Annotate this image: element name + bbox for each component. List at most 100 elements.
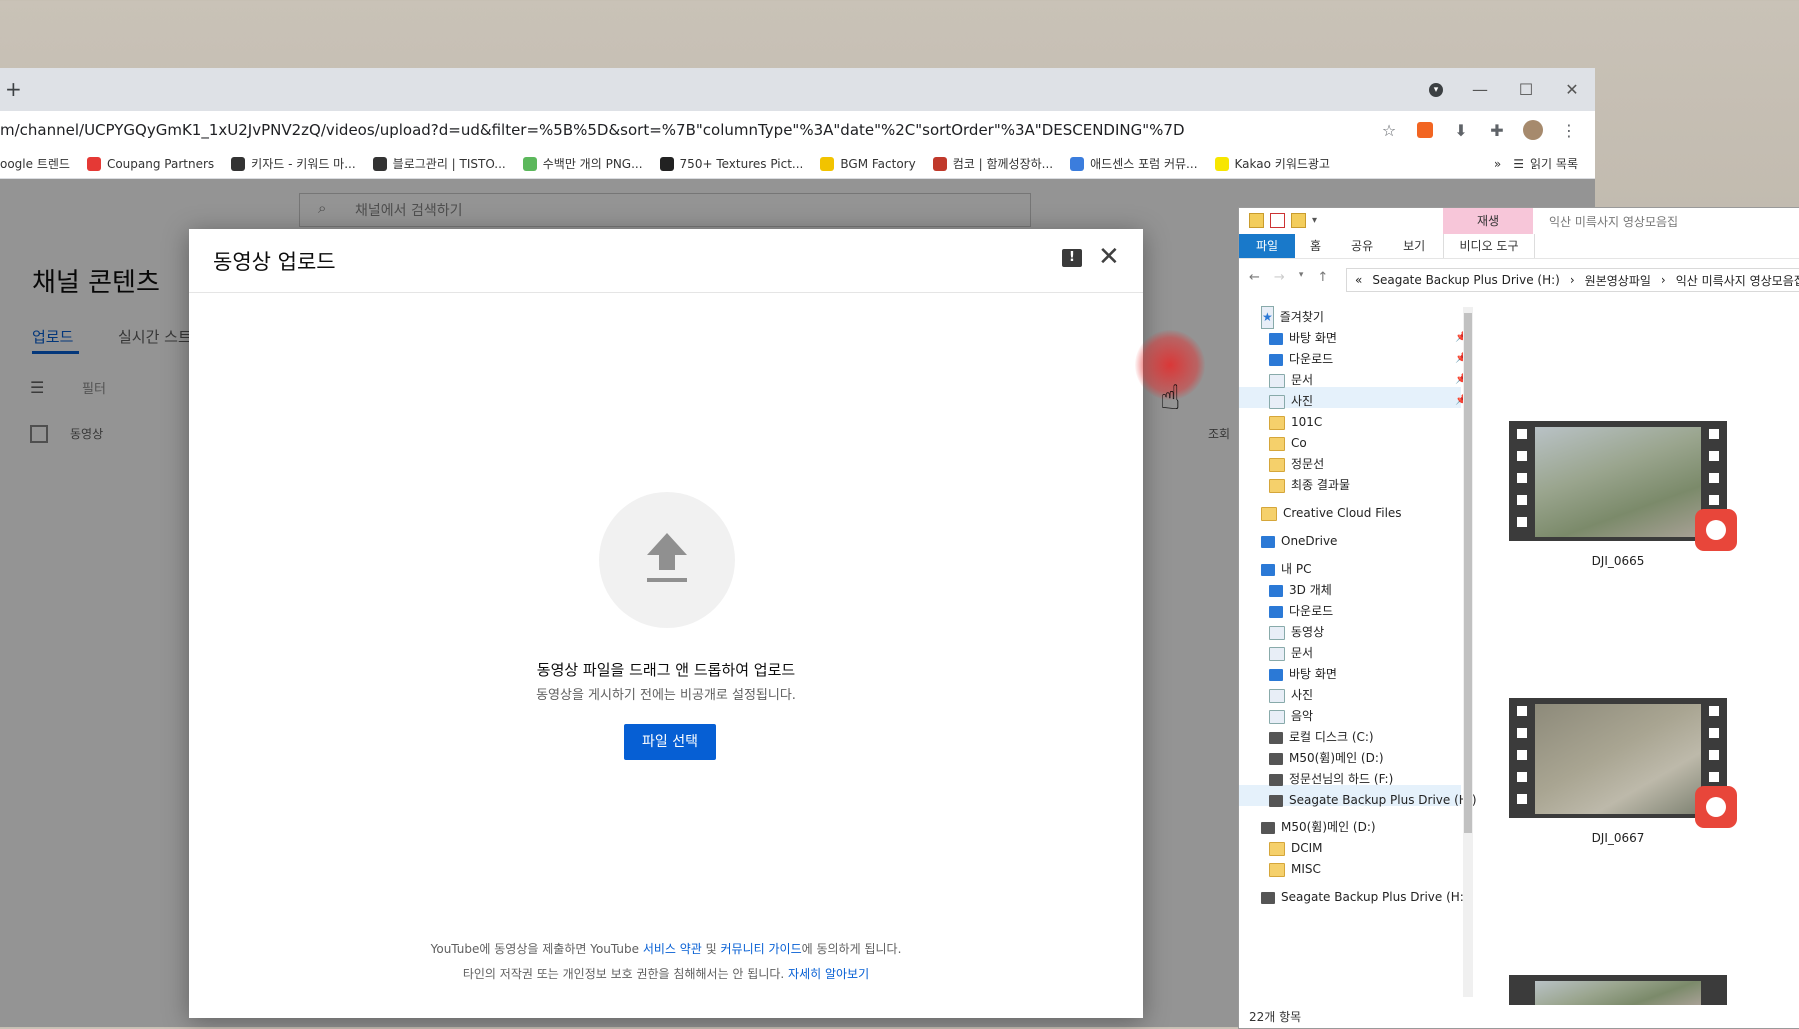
ribbon-tab-view[interactable]: 보기 [1388,234,1440,258]
scroll-thumb[interactable] [1464,313,1472,833]
tree-item[interactable]: 정문선님의 하드 (F:) [1269,769,1393,790]
bookmark-item[interactable]: 수백만 개의 PNG... [522,155,643,172]
ribbon-tab-video-tools[interactable]: 비디오 도구 [1443,234,1535,258]
extension-icon[interactable] [1413,118,1437,142]
close-icon[interactable]: ✕ [1098,243,1120,271]
png-icon [522,156,537,171]
film-sprocket [1517,495,1527,505]
minimize-button[interactable]: — [1457,68,1503,111]
bookmark-item[interactable]: BGM Factory [820,156,916,171]
tree-item[interactable]: 다운로드 [1269,349,1333,370]
video-thumbnail[interactable] [1509,698,1737,828]
menu-icon[interactable]: ⋮ [1557,118,1581,142]
tree-quick-access[interactable]: ★ 즐겨찾기 [1261,306,1324,329]
film-sprocket [1709,451,1719,461]
video-thumbnail[interactable] [1509,421,1737,551]
tree-item[interactable]: Co [1269,433,1307,454]
tree-label: 사진 [1291,688,1314,702]
feedback-icon[interactable]: ! [1062,249,1082,267]
forward-icon[interactable]: → [1274,270,1285,285]
bookmark-item[interactable]: 키자드 - 키워드 마... [231,155,356,172]
tab-search-icon[interactable]: ▾ [1429,83,1443,97]
tree-item[interactable]: 동영상 [1269,622,1324,643]
bookmark-item[interactable]: oogle 트렌드 [0,155,70,172]
ribbon-tab-file[interactable]: 파일 [1239,234,1295,258]
tree-item[interactable]: 최종 결과물 [1269,475,1350,496]
tree-drive-d[interactable]: M50(휨)메인 (D:) [1261,817,1376,838]
breadcrumb-separator[interactable]: › [1661,273,1666,287]
context-tab-play[interactable]: 재생 [1443,208,1533,234]
bookmark-item[interactable]: 애드센스 포럼 커뮤... [1070,155,1198,172]
tree-item[interactable]: 바탕 화면 [1269,664,1337,685]
bookmark-item[interactable]: 750+ Textures Pict... [659,156,804,171]
tree-item[interactable]: 사진 [1269,685,1313,706]
tree-item[interactable]: 바탕 화면 [1269,328,1337,349]
video-thumbnail[interactable] [1509,975,1727,1005]
avatar[interactable] [1521,118,1545,142]
drive-icon [1269,794,1283,807]
up-icon[interactable]: ↑ [1317,270,1328,285]
bookmarks-more-button[interactable]: » [1494,157,1501,171]
maximize-button[interactable]: ☐ [1503,68,1549,111]
tree-item[interactable]: 정문선 [1269,454,1324,475]
tree-drive-h[interactable]: Seagate Backup Plus Drive (H:) [1261,887,1469,908]
file-name[interactable]: DJI_0667 [1509,831,1727,845]
tree-item[interactable]: 다운로드 [1269,601,1333,622]
breadcrumb-item[interactable]: Seagate Backup Plus Drive (H:) [1372,273,1560,287]
tree-item[interactable]: 로컬 디스크 (C:) [1269,727,1374,748]
properties-icon[interactable] [1270,213,1285,228]
upload-drop-zone[interactable] [599,492,735,628]
tree-item[interactable]: 101C [1269,412,1322,433]
breadcrumb-item[interactable]: 익산 미륵사지 영상모음집 [1676,272,1799,289]
ribbon-tab-home[interactable]: 홈 [1295,234,1336,258]
bookmark-star-icon[interactable]: ☆ [1377,118,1401,142]
tree-onedrive[interactable]: OneDrive [1261,531,1337,552]
tree-item[interactable]: 사진 [1269,391,1313,412]
tree-item[interactable]: MISC [1269,859,1321,880]
folder-icon [1269,841,1285,856]
bookmark-item[interactable]: 블로그관리 | TISTO... [372,155,506,172]
tree-item[interactable]: 음악 [1269,706,1313,727]
puzzle-icon[interactable]: ✚ [1485,118,1509,142]
tree-item[interactable]: M50(휨)메인 (D:) [1269,748,1384,769]
drive-icon [1269,731,1283,744]
tree-item[interactable]: 문서 [1269,643,1313,664]
breadcrumb-separator[interactable]: « [1355,273,1362,287]
tree-item[interactable]: Seagate Backup Plus Drive (H:) [1269,790,1477,811]
select-files-button[interactable]: 파일 선택 [624,724,716,760]
new-folder-icon[interactable] [1291,213,1306,228]
download-icon[interactable]: ⬇ [1449,118,1473,142]
file-name[interactable]: DJI_0665 [1509,554,1727,568]
bookmark-item[interactable]: 컴코 | 함께성장하... [932,155,1053,172]
bookmark-label: 750+ Textures Pict... [679,156,804,171]
comco-icon [932,156,947,171]
film-sprocket [1517,794,1527,804]
bookmark-item[interactable]: Coupang Partners [86,156,214,171]
tree-item[interactable]: DCIM [1269,838,1323,859]
bookmark-item[interactable]: Kakao 키워드광고 [1214,155,1330,172]
tree-creative-cloud[interactable]: Creative Cloud Files [1261,503,1402,524]
terms-of-service-link[interactable]: 서비스 약관 [643,942,702,956]
bookmark-label: Kakao 키워드광고 [1234,157,1330,171]
new-tab-button[interactable]: + [5,77,22,101]
back-icon[interactable]: ← [1249,270,1260,285]
recent-icon[interactable]: ▾ [1299,270,1304,285]
breadcrumb-separator[interactable]: › [1570,273,1575,287]
learn-more-link[interactable]: 자세히 알아보기 [788,967,869,981]
private-note: 동영상을 게시하기 전에는 비공개로 설정됩니다. [536,688,796,703]
drive-icon [1261,891,1275,904]
community-guidelines-link[interactable]: 커뮤니티 가이드 [721,942,802,956]
folder-icon[interactable] [1249,213,1264,228]
breadcrumb-item[interactable]: 원본영상파일 [1585,272,1651,289]
breadcrumb[interactable]: « Seagate Backup Plus Drive (H:) › 원본영상파일 › 익… [1346,268,1799,292]
star-icon: ★ [1261,306,1274,329]
tree-item[interactable]: 3D 개체 [1269,580,1332,601]
tree-label: 3D 개체 [1289,583,1332,597]
ribbon-tab-share[interactable]: 공유 [1336,234,1388,258]
address-bar[interactable]: m/channel/UCPYGQyGmK1_1xU2JvPNV2zQ/video… [0,121,1185,139]
customize-icon[interactable]: ▾ [1312,215,1317,226]
close-window-button[interactable]: ✕ [1549,68,1595,111]
tree-item[interactable]: 문서 [1269,370,1313,391]
reading-list-button[interactable]: ☰ 읽기 목록 [1513,155,1578,172]
tree-this-pc[interactable]: 내 PC [1261,559,1311,580]
